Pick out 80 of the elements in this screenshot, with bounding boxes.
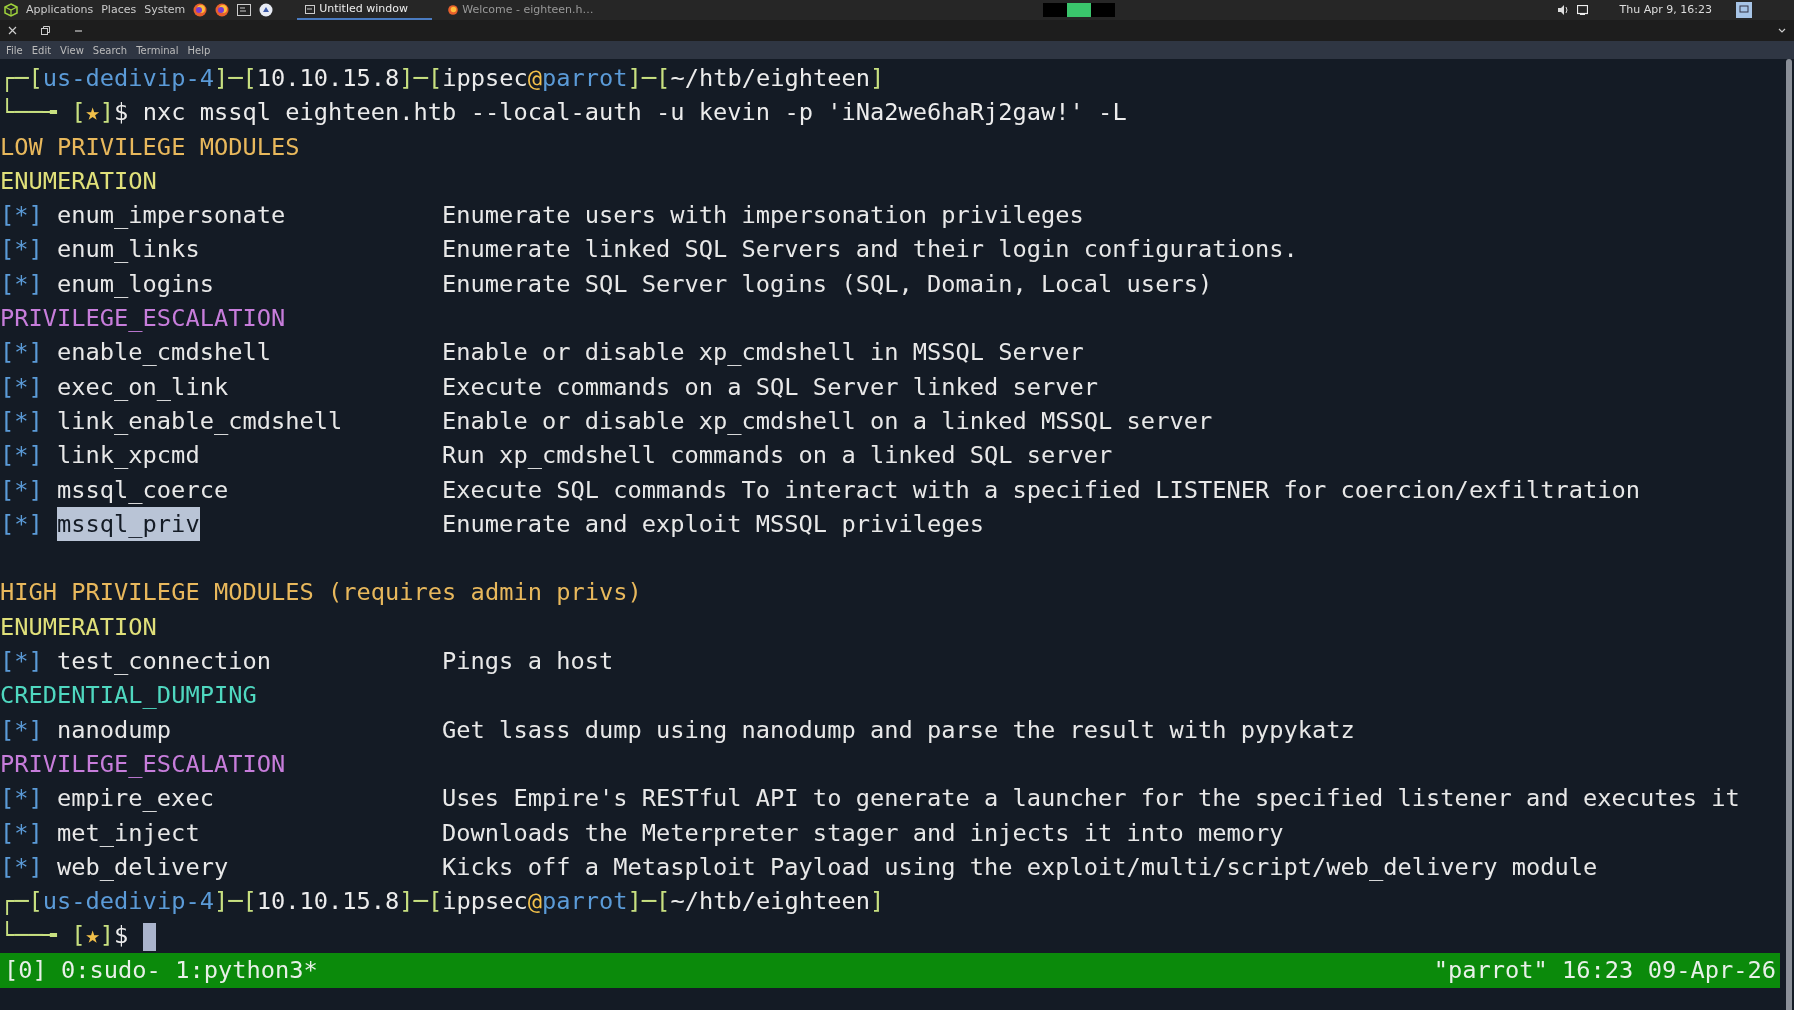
section-heading: PRIVILEGE_ESCALATION <box>0 749 286 778</box>
prompt-line: ┌─[us-dedivip-4]─[10.10.15.8]─[ippsec@parrot]─[~/htb/eighteen] <box>0 887 885 916</box>
globe-icon[interactable] <box>259 3 274 17</box>
prompt-line: └──╼ [★]$ nxc mssql eighteen.htb --local-auth -u kevin -p 'iNa2we6haRj2gaw!' -L <box>0 98 1127 127</box>
module-name: empire_exec <box>57 783 214 815</box>
section-heading: PRIVILEGE_ESCALATION <box>0 304 286 333</box>
module-marker: [*] <box>0 200 44 232</box>
module-marker: [*] <box>0 337 44 369</box>
module-description: Execute commands on a SQL Server linked server <box>442 372 1099 401</box>
module-name: link_xpcmd <box>57 440 200 472</box>
module-marker: [*] <box>0 371 44 403</box>
prompt-line: ┌─[us-dedivip-4]─[10.10.15.8]─[ippsec@parrot]─[~/htb/eighteen] <box>0 64 885 92</box>
module-name: enum_impersonate <box>57 200 286 232</box>
panel-menu[interactable]: System <box>144 1 186 19</box>
scrollbar[interactable] <box>1786 59 1792 1010</box>
module-marker: [*] <box>0 714 44 746</box>
module-marker: [*] <box>0 817 44 849</box>
restore-icon[interactable] <box>41 26 50 35</box>
section-heading: CREDENTIAL_DUMPING <box>0 681 257 710</box>
module-description: Enumerate and exploit MSSQL privileges <box>442 509 984 538</box>
menu-item[interactable]: Terminal <box>136 42 179 58</box>
module-marker: [*] <box>0 851 44 883</box>
module-name: web_delivery <box>57 851 229 883</box>
cube-icon[interactable] <box>4 3 18 17</box>
module-description: Execute SQL commands To interact with a specified LISTENER for coercion/exfiltration <box>442 475 1640 504</box>
network-icon[interactable] <box>1576 5 1588 15</box>
status-host-time: "parrot" 16:23 09-Apr-26 <box>1433 954 1776 986</box>
module-description: Uses Empire's RESTful API to generate a launcher for the specified listener and executes it <box>442 784 1740 813</box>
panel-menu[interactable]: Applications <box>26 1 94 19</box>
menu-item[interactable]: Help <box>187 42 211 58</box>
module-description: Get lsass dump using nanodump and parse the result with pypykatz <box>442 715 1355 744</box>
module-marker: [*] <box>0 508 44 540</box>
module-description: Enumerate SQL Server logins (SQL, Domain, Local users) <box>442 269 1213 298</box>
module-marker: [*] <box>0 474 44 506</box>
module-name: met_inject <box>57 817 200 849</box>
chevron-icon[interactable] <box>1778 28 1786 33</box>
window-icon <box>305 4 316 14</box>
panel-menu[interactable]: Places <box>101 1 137 19</box>
module-description: Run xp_cmdshell commands on a linked SQL server <box>442 441 1113 470</box>
module-description: Enable or disable xp_cmdshell in MSSQL Server <box>442 338 1084 367</box>
workspace-switcher[interactable] <box>1043 3 1116 17</box>
section-heading: ENUMERATION <box>0 166 157 195</box>
module-marker: [*] <box>0 234 44 266</box>
section-heading: LOW PRIVILEGE MODULES <box>0 132 300 161</box>
panel-clock: Thu Apr 9, 16:23 <box>1619 1 1712 18</box>
module-marker: [*] <box>0 440 44 472</box>
module-marker: [*] <box>0 405 44 437</box>
menu-item[interactable]: View <box>60 42 84 58</box>
status-windows: [0] 0:sudo- 1:python3* <box>4 952 318 988</box>
module-marker: [*] <box>0 783 44 815</box>
prompt-line: └──╼ [★]$ <box>0 921 129 950</box>
module-name: test_connection <box>57 646 271 678</box>
taskbar-button[interactable]: Welcome - eighteen.h… <box>440 0 602 20</box>
module-description: Enumerate linked SQL Servers and their login configurations. <box>442 235 1298 264</box>
module-marker: [*] <box>0 646 44 678</box>
module-name: exec_on_link <box>57 371 229 403</box>
module-name: enable_cmdshell <box>57 337 271 369</box>
module-description: Downloads the Meterpreter stager and injects it into memory <box>442 818 1284 847</box>
speaker-icon[interactable] <box>1556 5 1569 15</box>
module-name: link_enable_cmdshell <box>57 405 343 437</box>
module-marker: [*] <box>0 268 44 300</box>
module-description: Enumerate users with impersonation privileges <box>442 201 1084 230</box>
section-heading: HIGH PRIVILEGE MODULES (requires admin privs) <box>0 578 642 607</box>
module-name: mssql_priv <box>57 506 200 542</box>
module-description: Pings a host <box>442 647 614 676</box>
browser-icon[interactable] <box>193 3 208 17</box>
module-name: enum_logins <box>57 268 214 300</box>
browser-icon <box>448 5 459 15</box>
menu-item[interactable]: File <box>6 42 23 58</box>
module-name: mssql_coerce <box>57 474 229 506</box>
browser-icon[interactable] <box>215 3 230 17</box>
menu-item[interactable]: Search <box>92 42 128 58</box>
module-description: Enable or disable xp_cmdshell on a linked MSSQL server <box>442 406 1213 435</box>
module-name: enum_links <box>57 234 200 266</box>
module-name: nanodump <box>57 714 172 746</box>
module-description: Kicks off a Metasploit Payload using the exploit/multi/script/web_delivery module <box>442 852 1598 881</box>
close-icon[interactable] <box>8 26 17 35</box>
section-heading: ENUMERATION <box>0 612 157 641</box>
terminal-icon[interactable] <box>237 4 252 16</box>
menu-item[interactable]: Edit <box>31 42 52 58</box>
